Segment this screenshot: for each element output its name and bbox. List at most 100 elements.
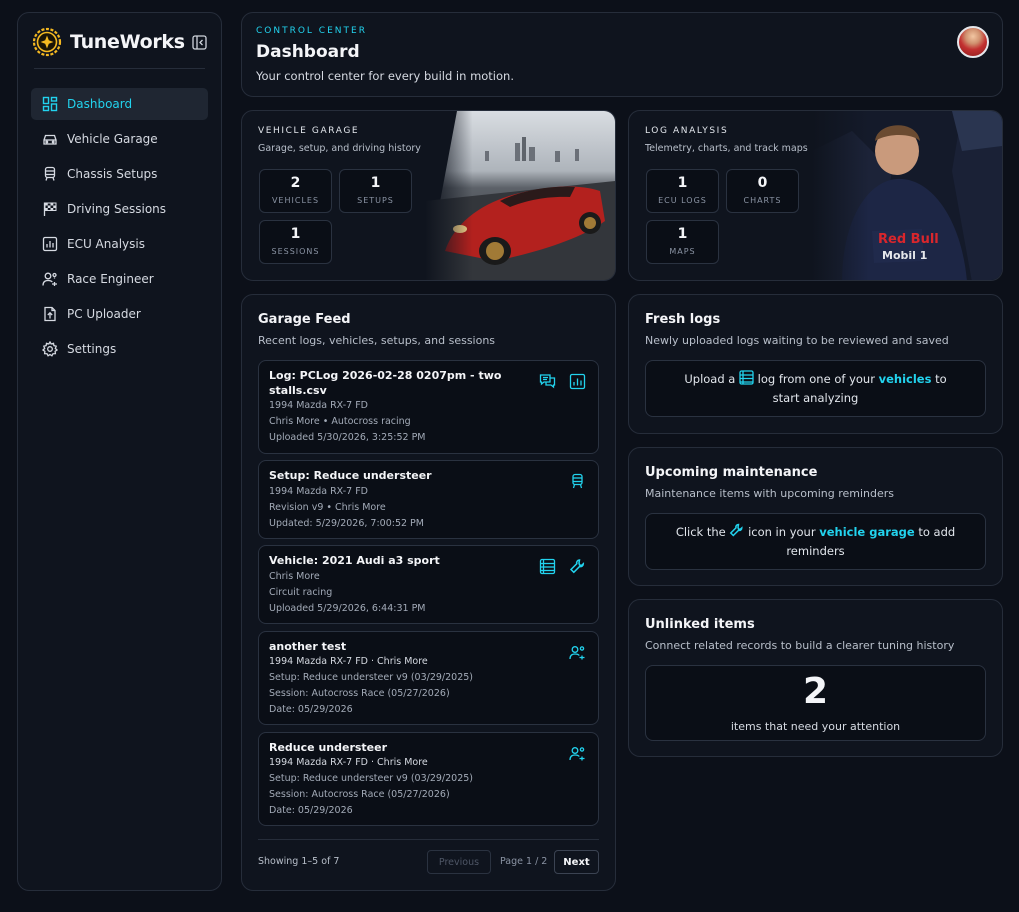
wrench-icon[interactable] [569, 558, 586, 575]
stat-sessions[interactable]: 1 SESSIONS [259, 220, 332, 264]
collapse-sidebar-icon[interactable] [192, 34, 207, 50]
feed-item-title: Setup: Reduce understeer [269, 469, 432, 482]
vehicle-garage-card[interactable]: VEHICLE GARAGE Garage, setup, and drivin… [241, 110, 616, 281]
unlinked-count-label: items that need your attention [730, 720, 901, 733]
stat-vehicles[interactable]: 2 VEHICLES [259, 169, 332, 213]
section-subtitle: Connect related records to build a clear… [645, 639, 955, 652]
stat-value: 2 [290, 175, 301, 191]
stat-value: 1 [677, 175, 688, 191]
section-title: Garage Feed [258, 312, 351, 327]
header-panel: CONTROL CENTER Dashboard Your control ce… [241, 12, 1003, 97]
next-page-button[interactable]: Next [554, 850, 599, 874]
feed-item-line: Setup: Reduce understeer v9 (03/29/2025) [269, 672, 473, 683]
car-photo [425, 111, 615, 280]
section-subtitle: Newly uploaded logs waiting to be review… [645, 334, 949, 347]
sidebar-item-label: Dashboard [67, 97, 133, 111]
avatar[interactable] [957, 26, 989, 58]
feed-item-title: Log: PCLog 2026-02-28 0207pm - two stall… [269, 369, 502, 397]
feed-item-title: another test [269, 640, 347, 653]
sidebar-item-label: ECU Analysis [67, 237, 145, 251]
checkered-flag-icon [43, 202, 57, 216]
section-title: Unlinked items [645, 617, 755, 632]
section-title: Fresh logs [645, 312, 721, 327]
stat-label: ECU LOGS [658, 196, 707, 205]
section-subtitle: Recent logs, vehicles, setups, and sessi… [258, 334, 496, 347]
feed-item-line: Chris More • Autocross racing [269, 416, 411, 427]
divider [258, 839, 599, 840]
chassis-icon[interactable] [569, 473, 586, 490]
feed-item[interactable]: another test 1994 Mazda RX-7 FD · Chris … [258, 631, 599, 725]
sidebar-item-dashboard[interactable]: Dashboard [31, 88, 208, 120]
sidebar-item-driving-sessions[interactable]: Driving Sessions [31, 193, 208, 225]
sidebar-nav: Dashboard Vehicle Garage Chassis Setups [31, 88, 208, 368]
engineer-icon [42, 272, 57, 286]
bar-chart-icon [42, 236, 58, 252]
message-text: Upload a [684, 372, 736, 386]
header-kicker: CONTROL CENTER [256, 26, 367, 36]
car-icon [43, 134, 57, 145]
feed-item-line: Date: 05/29/2026 [269, 704, 353, 715]
feed-item[interactable]: Setup: Reduce understeer 1994 Mazda RX-7… [258, 460, 599, 539]
feed-item[interactable]: Vehicle: 2021 Audi a3 sport Chris More C… [258, 545, 599, 624]
maintenance-panel: Upcoming maintenance Maintenance items w… [628, 447, 1003, 586]
log-list-icon[interactable] [539, 558, 556, 575]
brand-name: TuneWorks [70, 31, 185, 53]
card-description: Garage, setup, and driving history [258, 143, 421, 154]
page-title: Dashboard [256, 42, 360, 62]
feed-item-line: Setup: Reduce understeer v9 (03/29/2025) [269, 773, 473, 784]
feed-item-line: Uploaded 5/29/2026, 6:44:31 PM [269, 603, 426, 614]
stat-maps[interactable]: 1 MAPS [646, 220, 719, 264]
feed-item-title: Vehicle: 2021 Audi a3 sport [269, 554, 440, 567]
log-analysis-card[interactable]: Red Bull Mobil 1 LOG ANALYSIS Telemetry,… [628, 110, 1003, 281]
stat-value: 1 [370, 175, 381, 191]
sidebar-item-ecu-analysis[interactable]: ECU Analysis [31, 228, 208, 260]
engineer-icon[interactable] [569, 644, 586, 661]
divider [34, 68, 205, 69]
vehicles-link[interactable]: vehicles [879, 372, 932, 386]
page-indicator: Page 1 / 2 [500, 856, 548, 867]
feed-item-line: Updated: 5/29/2026, 7:00:52 PM [269, 518, 424, 529]
driver-photo: Red Bull Mobil 1 [812, 111, 1002, 280]
sidebar: TuneWorks Dashboard Vehicle Garage Chass… [17, 12, 222, 891]
engineer-icon[interactable] [569, 745, 586, 762]
stat-label: MAPS [669, 247, 696, 256]
message-text: icon in your [748, 525, 816, 539]
feed-item[interactable]: Log: PCLog 2026-02-28 0207pm - two stall… [258, 360, 599, 454]
section-subtitle: Maintenance items with upcoming reminder… [645, 487, 894, 500]
feed-item[interactable]: Reduce understeer 1994 Mazda RX-7 FD · C… [258, 732, 599, 826]
unlinked-count-box[interactable]: 2 items that need your attention [645, 665, 986, 741]
previous-page-button[interactable]: Previous [427, 850, 491, 874]
pagination-summary: Showing 1–5 of 7 [258, 856, 340, 867]
stat-setups[interactable]: 1 SETUPS [339, 169, 412, 213]
maintenance-empty-state: Click the icon in your vehicle garage to… [645, 513, 986, 570]
sidebar-item-pc-uploader[interactable]: PC Uploader [31, 298, 208, 330]
brand[interactable]: TuneWorks [32, 27, 207, 57]
stat-value: 1 [290, 226, 301, 242]
feed-item-line: Session: Autocross Race (05/27/2026) [269, 789, 450, 800]
feed-item-line: Circuit racing [269, 587, 333, 598]
chassis-icon [44, 166, 56, 181]
feed-item-line: 1994 Mazda RX-7 FD [269, 400, 368, 411]
wrench-icon [730, 523, 743, 537]
sidebar-item-vehicle-garage[interactable]: Vehicle Garage [31, 123, 208, 155]
stat-ecu-logs[interactable]: 1 ECU LOGS [646, 169, 719, 213]
card-description: Telemetry, charts, and track maps [645, 143, 808, 154]
sidebar-item-label: Settings [67, 342, 117, 356]
page-subtitle: Your control center for every build in m… [256, 69, 514, 83]
fresh-logs-empty-state: Upload a log from one of your vehicles t… [645, 360, 986, 417]
log-list-icon [739, 370, 754, 385]
logo-icon [32, 27, 62, 57]
message-text: log from one of your [757, 372, 875, 386]
stat-label: SETUPS [357, 196, 394, 205]
feed-item-line: Chris More [269, 571, 320, 582]
sidebar-item-chassis-setups[interactable]: Chassis Setups [31, 158, 208, 190]
card-label: VEHICLE GARAGE [258, 126, 360, 136]
feed-item-line: Revision v9 • Chris More [269, 502, 386, 513]
sidebar-item-race-engineer[interactable]: Race Engineer [31, 263, 208, 295]
comment-icon[interactable] [539, 373, 556, 390]
chart-icon[interactable] [569, 373, 586, 390]
upload-file-icon [44, 306, 56, 322]
stat-charts[interactable]: 0 CHARTS [726, 169, 799, 213]
vehicle-garage-link[interactable]: vehicle garage [819, 525, 914, 539]
sidebar-item-settings[interactable]: Settings [31, 333, 208, 365]
